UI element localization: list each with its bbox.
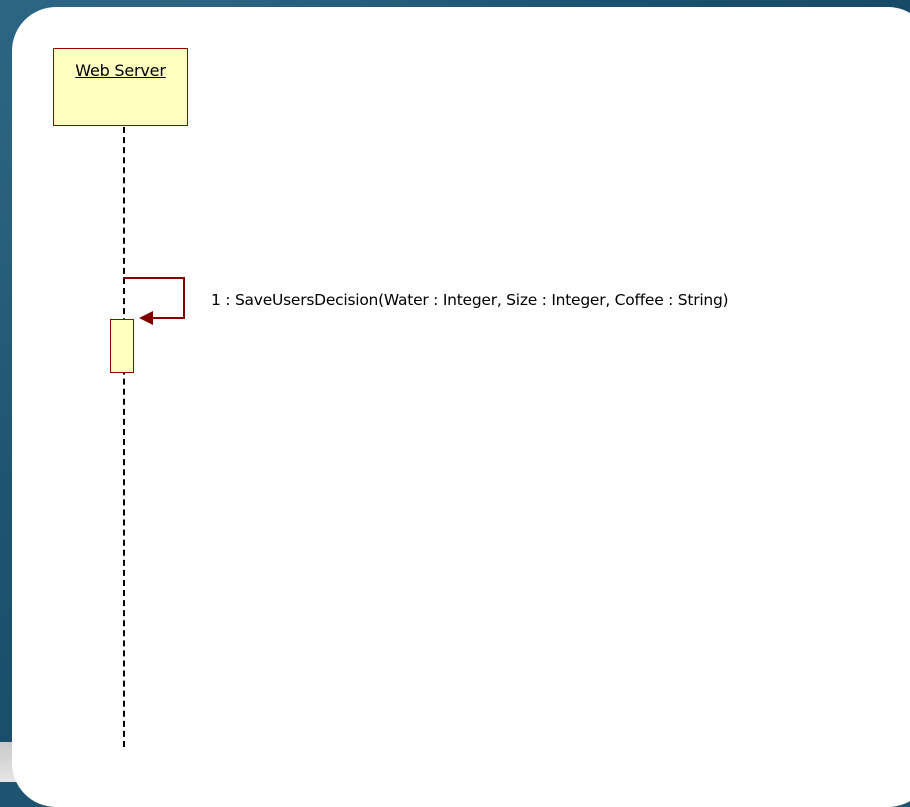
diagram-canvas: Web Server 1 : SaveUsersDecision(Water :… <box>12 7 910 807</box>
arrowhead-icon <box>139 311 153 325</box>
lifeline-web-server[interactable]: Web Server <box>53 48 188 126</box>
activation-bar[interactable] <box>110 319 134 373</box>
lifeline-dashed-line <box>123 127 125 747</box>
message-label: 1 : SaveUsersDecision(Water : Integer, S… <box>211 291 729 309</box>
lifeline-label: Web Server <box>75 61 166 80</box>
self-message-arrow[interactable] <box>123 275 193 325</box>
self-message-path <box>123 277 185 319</box>
